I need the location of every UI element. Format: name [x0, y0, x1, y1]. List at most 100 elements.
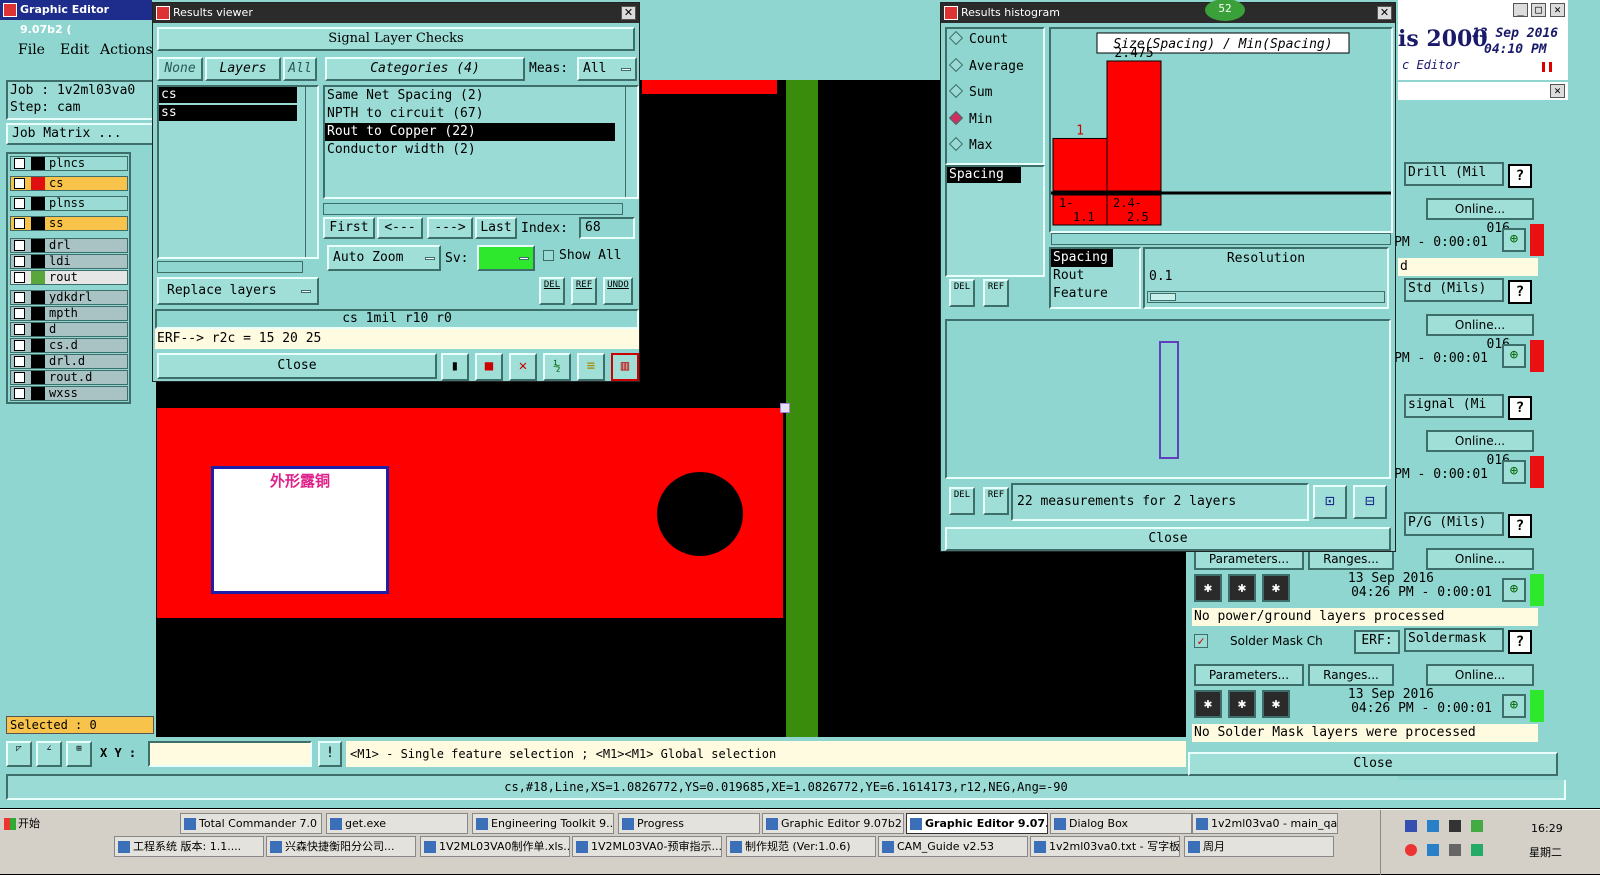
- metric-list[interactable]: Spacing Rout Feature: [1049, 247, 1141, 309]
- first-button[interactable]: First: [323, 217, 375, 239]
- menu-actions[interactable]: Actions: [100, 42, 153, 58]
- layer-checkbox[interactable]: [14, 198, 25, 209]
- histogram-close-button[interactable]: Close: [945, 527, 1391, 551]
- layer-row-3[interactable]: ss: [10, 216, 128, 231]
- preview-reference-icon[interactable]: REF: [983, 487, 1009, 515]
- taskbar-item[interactable]: Engineering Toolkit 9....: [472, 813, 614, 834]
- viewer-layer-item[interactable]: ss: [159, 105, 297, 121]
- undo-icon[interactable]: UNDO: [603, 277, 633, 305]
- measure-tool-icon[interactable]: ∠: [36, 741, 62, 767]
- field-list[interactable]: Spacing: [945, 165, 1045, 277]
- layers-button[interactable]: Layers: [205, 57, 281, 81]
- layer-checkbox[interactable]: [14, 218, 25, 229]
- index-input[interactable]: 68: [579, 217, 635, 239]
- prev-button[interactable]: <---: [377, 217, 423, 239]
- layer-checkbox[interactable]: [14, 256, 25, 267]
- online-button[interactable]: Online...: [1426, 664, 1534, 686]
- layer-row-1[interactable]: cs: [10, 176, 128, 191]
- window-close-icon[interactable]: ✕: [1550, 3, 1565, 17]
- taskbar-item[interactable]: 制作规范 (Ver:1.0.6): [726, 836, 876, 857]
- tray-icon-c[interactable]: [1449, 820, 1461, 832]
- subwindow-close-icon[interactable]: ✕: [1550, 84, 1565, 98]
- metric-item[interactable]: Spacing: [1051, 249, 1113, 267]
- ranges-button[interactable]: Ranges...: [1308, 664, 1394, 686]
- category-scrollbar[interactable]: [625, 87, 637, 197]
- online-button[interactable]: Online...: [1426, 430, 1534, 452]
- taskbar-item[interactable]: CAM_Guide v2.53: [878, 836, 1028, 857]
- taskbar-item[interactable]: Graphic Editor 9.07...: [906, 813, 1048, 834]
- taskbar-item[interactable]: 1V2ML03VA0-预审指示...: [572, 836, 722, 857]
- taskbar-item[interactable]: 工程系统 版本: 1.1....: [114, 836, 264, 857]
- replace-layers-select[interactable]: Replace layers: [157, 277, 319, 305]
- viewer-layer-hscroll[interactable]: [157, 261, 303, 273]
- layer-checkbox[interactable]: [14, 308, 25, 319]
- taskbar-item[interactable]: Total Commander 7.0 ...: [180, 813, 322, 834]
- xy-input[interactable]: [148, 741, 312, 767]
- solder-mask-checkbox[interactable]: ✓: [1194, 634, 1208, 648]
- run-icon[interactable]: ✱: [1194, 574, 1222, 602]
- metric-item[interactable]: Rout: [1051, 267, 1139, 285]
- category-item[interactable]: Conductor width (2): [325, 141, 615, 159]
- run-icon[interactable]: ✱: [1194, 690, 1222, 718]
- zoom-icon[interactable]: ⊕: [1502, 460, 1526, 484]
- grid-tool-icon[interactable]: ⊞: [66, 741, 92, 767]
- minimize-icon[interactable]: _: [1513, 3, 1528, 17]
- stat-radio-sum[interactable]: Sum: [947, 82, 1043, 109]
- export-icon-1[interactable]: ⊡: [1313, 485, 1347, 519]
- stat-radio-max[interactable]: Max: [947, 135, 1043, 162]
- help-icon[interactable]: ?: [1508, 630, 1532, 654]
- maximize-icon[interactable]: □: [1531, 3, 1546, 17]
- zoom-icon[interactable]: ⊕: [1502, 694, 1526, 718]
- meas-select[interactable]: All: [577, 57, 637, 81]
- category-hscroll[interactable]: [323, 203, 623, 215]
- taskbar-item[interactable]: 1v2ml03va0 - main_qa: [1192, 813, 1338, 834]
- show-all-checkbox[interactable]: [543, 250, 554, 261]
- layer-checkbox[interactable]: [14, 324, 25, 335]
- notes-icon[interactable]: ≡: [577, 353, 605, 381]
- zoom-icon[interactable]: ⊕: [1502, 228, 1526, 252]
- layer-row-11[interactable]: drl.d: [10, 354, 128, 369]
- job-matrix-button[interactable]: Job Matrix ...: [6, 123, 154, 145]
- online-button[interactable]: Online...: [1426, 314, 1534, 336]
- layer-row-8[interactable]: mpth: [10, 306, 128, 321]
- histogram-icon[interactable]: ▥: [611, 353, 639, 381]
- taskbar-item[interactable]: Graphic Editor 9.07b2 ...: [762, 813, 904, 834]
- reference-icon[interactable]: REF: [571, 277, 597, 305]
- layer-row-12[interactable]: rout.d: [10, 370, 128, 385]
- taskbar-item[interactable]: 兴森快捷衡阳分公司...: [266, 836, 416, 857]
- tray-icon-b[interactable]: [1427, 820, 1439, 832]
- taskbar-item[interactable]: get.exe: [326, 813, 468, 834]
- help-icon[interactable]: ?: [1508, 514, 1532, 538]
- layer-row-2[interactable]: plnss: [10, 196, 128, 211]
- histogram-reference-icon[interactable]: REF: [983, 279, 1009, 307]
- alert-icon[interactable]: !: [318, 741, 342, 767]
- tray-icon-a[interactable]: [1405, 820, 1417, 832]
- layer-row-0[interactable]: plncs: [10, 156, 128, 171]
- none-button[interactable]: None: [157, 57, 203, 81]
- layer-checkbox[interactable]: [14, 372, 25, 383]
- tray-icon-e[interactable]: [1405, 844, 1417, 856]
- menu-file[interactable]: File: [18, 42, 45, 58]
- last-button[interactable]: Last: [475, 217, 517, 239]
- layer-checkbox[interactable]: [14, 158, 25, 169]
- taskbar-item[interactable]: Dialog Box: [1050, 813, 1192, 834]
- taskbar-item[interactable]: Progress: [618, 813, 760, 834]
- layer-checkbox[interactable]: [14, 178, 25, 189]
- histogram-delete-icon[interactable]: DEL: [949, 279, 975, 307]
- online-button[interactable]: Online...: [1426, 198, 1534, 220]
- taskbar-item[interactable]: 1v2ml03va0.txt - 写字板: [1030, 836, 1180, 857]
- tray-icon-g[interactable]: [1449, 844, 1461, 856]
- layer-checkbox[interactable]: [14, 240, 25, 251]
- category-item[interactable]: Same Net Spacing (2): [325, 87, 615, 105]
- preview-delete-icon[interactable]: DEL: [949, 487, 975, 515]
- help-icon[interactable]: ?: [1508, 396, 1532, 420]
- layer-row-9[interactable]: d: [10, 322, 128, 337]
- zoom-tool-icon[interactable]: ◸: [6, 741, 32, 767]
- categories-button[interactable]: Categories (4): [325, 57, 525, 81]
- zoom-icon[interactable]: ⊕: [1502, 578, 1526, 602]
- start-button[interactable]: 开始: [2, 814, 50, 834]
- tool-icon-4[interactable]: ½: [543, 353, 571, 381]
- viewer-layer-list[interactable]: cs ss: [157, 85, 319, 259]
- viewer-close-button[interactable]: Close: [157, 353, 437, 379]
- histogram-close-icon[interactable]: ✕: [1377, 6, 1392, 20]
